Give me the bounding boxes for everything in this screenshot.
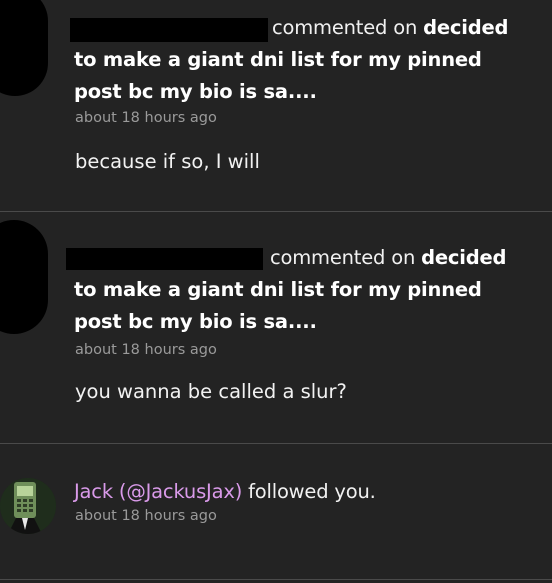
notification-headline: commented on decided to make a giant dni… [74, 12, 544, 108]
notification-follow[interactable]: Jack (@JackusJax) followed you. about 18… [0, 444, 552, 583]
notification-feed: commented on decided to make a giant dni… [0, 0, 552, 583]
post-title-link[interactable]: decided [423, 16, 508, 39]
user-link[interactable]: Jack (@JackusJax) [74, 480, 242, 503]
post-title-line[interactable]: to make a giant dni list for my pinned [74, 274, 544, 306]
avatar[interactable] [0, 220, 48, 334]
notification-headline: Jack (@JackusJax) followed you. [74, 476, 544, 508]
comment-text: you wanna be called a slur? [75, 380, 347, 403]
action-text: commented on [270, 246, 416, 269]
timestamp: about 18 hours ago [75, 342, 217, 358]
notification-comment-2[interactable]: commented on decided to make a giant dni… [0, 212, 552, 443]
action-text: commented on [272, 16, 418, 39]
notification-headline: commented on decided to make a giant dni… [74, 242, 544, 338]
post-title-line[interactable]: post bc my bio is sa.... [74, 76, 544, 108]
comment-text: because if so, I will [75, 150, 260, 173]
action-text: followed you. [248, 480, 376, 503]
post-title-link[interactable]: decided [421, 246, 506, 269]
notification-comment-1[interactable]: commented on decided to make a giant dni… [0, 0, 552, 212]
phone-avatar-icon[interactable] [0, 478, 56, 534]
timestamp: about 18 hours ago [75, 508, 217, 524]
timestamp: about 18 hours ago [75, 110, 217, 126]
avatar[interactable] [0, 0, 48, 96]
divider [0, 579, 552, 580]
post-title-line[interactable]: post bc my bio is sa.... [74, 306, 544, 338]
post-title-line[interactable]: to make a giant dni list for my pinned [74, 44, 544, 76]
